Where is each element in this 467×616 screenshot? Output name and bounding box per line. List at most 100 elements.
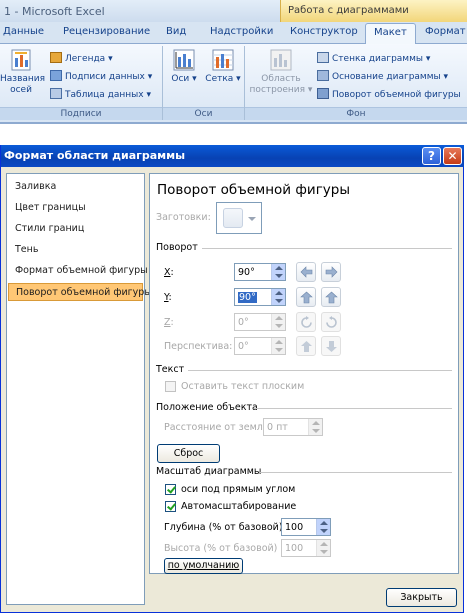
legend-icon xyxy=(50,52,62,63)
tab-review[interactable]: Рецензирование xyxy=(63,26,150,37)
axis-titles-button[interactable]: Названия осей xyxy=(0,48,46,96)
group-background-title: Фон xyxy=(245,107,467,120)
section-divider xyxy=(188,370,452,371)
rotation-panel: Поворот объемной фигуры Заготовки: Повор… xyxy=(149,173,459,574)
y-rotation-spinner[interactable]: 90° xyxy=(234,288,286,306)
z-rotation-spinner[interactable]: 0° xyxy=(234,313,286,331)
axis-titles-label-1: Названия xyxy=(0,74,46,84)
narrow-field-icon xyxy=(301,341,312,352)
preset-preview-icon xyxy=(223,208,243,228)
tab-layout[interactable]: Макет xyxy=(365,23,416,45)
window-title: 1 - Microsoft Excel xyxy=(4,5,105,18)
axis-titles-icon xyxy=(11,49,31,71)
nav-item-shadow[interactable]: Тень xyxy=(8,241,143,259)
spin-arrows-icon[interactable] xyxy=(271,338,285,354)
y-rotation-label: Y: xyxy=(164,292,172,303)
chart-tools-title: Работа с диаграммами xyxy=(288,5,409,16)
help-button[interactable]: ? xyxy=(422,147,441,165)
tab-design[interactable]: Конструктор xyxy=(290,26,358,37)
rotate-up-button[interactable] xyxy=(296,287,316,307)
chart-scale-section-header: Масштаб диаграммы xyxy=(156,466,452,478)
chart-tools-header: Работа с диаграммами xyxy=(280,0,467,22)
axis-titles-label-2: осей xyxy=(10,85,32,95)
axes-icon xyxy=(173,49,195,71)
group-axes-title: Оси xyxy=(163,107,244,120)
axes-button[interactable]: Оси ▾ xyxy=(167,48,201,85)
text-section-header: Текст xyxy=(156,364,452,376)
z-rotation-value: 0° xyxy=(238,317,249,328)
help-icon: ? xyxy=(428,149,435,163)
rotation-3d-button[interactable]: Поворот объемной фигуры xyxy=(317,88,461,102)
nav-item-border-styles[interactable]: Стили границ xyxy=(8,220,143,238)
rotate-up-icon xyxy=(300,291,313,304)
reset-button[interactable]: Сброс xyxy=(157,444,220,463)
spin-arrows-icon[interactable] xyxy=(316,540,330,556)
rotate-clockwise-icon xyxy=(301,316,312,328)
nav-item-3d-rotation[interactable]: Поворот объемной фигуры xyxy=(8,283,152,301)
widen-field-button[interactable] xyxy=(321,336,341,356)
nav-item-border-color[interactable]: Цвет границы xyxy=(8,199,143,217)
tab-view[interactable]: Вид xyxy=(166,26,186,37)
data-table-label: Таблица данных xyxy=(65,90,144,100)
distance-from-ground-label: Расстояние от земли: xyxy=(164,422,273,433)
distance-from-ground-spinner[interactable]: 0 пт xyxy=(263,418,323,436)
rotate-left-button[interactable] xyxy=(296,262,316,282)
close-button[interactable]: Закрыть xyxy=(386,588,457,607)
nav-item-3d-format[interactable]: Формат объемной фигуры xyxy=(8,262,148,280)
category-list: Заливка Цвет границы Стили границ Тень Ф… xyxy=(6,173,152,605)
gridlines-button[interactable]: Сетка ▾ xyxy=(205,48,241,85)
tab-data[interactable]: Данные xyxy=(3,26,44,37)
keep-text-flat-checkbox[interactable] xyxy=(165,381,176,392)
text-section-title: Текст xyxy=(156,364,185,375)
tab-addins[interactable]: Надстройки xyxy=(210,26,273,37)
chart-scale-section-title: Масштаб диаграммы xyxy=(156,466,262,477)
tab-format[interactable]: Формат xyxy=(425,26,466,37)
presets-dropdown[interactable] xyxy=(216,202,262,234)
group-labels: Названия осей Легенда ▾ Подписи данных ▾… xyxy=(0,46,163,120)
legend-button[interactable]: Легенда ▾ xyxy=(50,52,113,66)
chart-floor-button[interactable]: Основание диаграммы ▾ xyxy=(317,70,448,84)
rotate-clockwise-button[interactable] xyxy=(296,312,316,332)
z-rotation-label: Z: xyxy=(164,317,174,328)
plot-area-icon xyxy=(270,49,292,71)
spin-arrows-icon[interactable] xyxy=(271,314,285,330)
rotate-down-button[interactable] xyxy=(321,287,341,307)
rotate-counterclockwise-button[interactable] xyxy=(321,312,341,332)
title-close-button[interactable]: ✕ xyxy=(443,147,462,165)
ribbon-bottom-border xyxy=(0,122,467,124)
spin-arrows-icon[interactable] xyxy=(271,264,285,280)
y-rotation-value: 90° xyxy=(238,292,257,303)
right-angle-axes-label: оси под прямым углом xyxy=(181,484,296,495)
spin-arrows-icon[interactable] xyxy=(271,289,285,305)
plot-area-button[interactable]: Область построения ▾ xyxy=(249,48,313,96)
panel-heading: Поворот объемной фигуры xyxy=(157,182,351,198)
chart-floor-label: Основание диаграммы xyxy=(332,72,441,82)
depth-label: Глубина (% от базовой) xyxy=(164,522,283,533)
height-spinner[interactable]: 100 xyxy=(281,539,331,557)
x-rotation-spinner[interactable]: 90° xyxy=(234,263,286,281)
data-table-button[interactable]: Таблица данных ▾ xyxy=(50,88,151,102)
rotate-right-button[interactable] xyxy=(321,262,341,282)
group-axes: Оси ▾ Сетка ▾ Оси xyxy=(163,46,245,120)
narrow-field-button[interactable] xyxy=(296,336,316,356)
rotation-section-title: Поворот xyxy=(156,242,198,253)
nav-item-fill[interactable]: Заливка xyxy=(8,178,143,196)
autoscale-checkbox[interactable] xyxy=(165,501,176,512)
dialog-title-bar[interactable]: Формат области диаграммы ? ✕ xyxy=(1,145,464,167)
height-value: 100 xyxy=(285,543,304,554)
spin-arrows-icon[interactable] xyxy=(316,519,330,535)
section-divider xyxy=(202,248,452,249)
ribbon-body: Названия осей Легенда ▾ Подписи данных ▾… xyxy=(0,44,467,122)
default-button[interactable]: по умолчанию xyxy=(164,558,243,574)
perspective-spinner[interactable]: 0° xyxy=(234,337,286,355)
distance-from-ground-value: 0 пт xyxy=(267,422,288,433)
data-labels-icon xyxy=(50,70,62,81)
chart-wall-button[interactable]: Стенка диаграммы ▾ xyxy=(317,52,430,66)
group-background: Область построения ▾ Стенка диаграммы ▾ … xyxy=(245,46,467,120)
data-labels-button[interactable]: Подписи данных ▾ xyxy=(50,70,152,84)
right-angle-axes-checkbox[interactable] xyxy=(165,484,176,495)
ribbon-tabs: Данные Рецензирование Вид Надстройки Кон… xyxy=(0,22,467,45)
depth-spinner[interactable]: 100 xyxy=(281,518,331,536)
chart-floor-icon xyxy=(317,70,329,81)
spin-arrows-icon[interactable] xyxy=(308,419,322,435)
